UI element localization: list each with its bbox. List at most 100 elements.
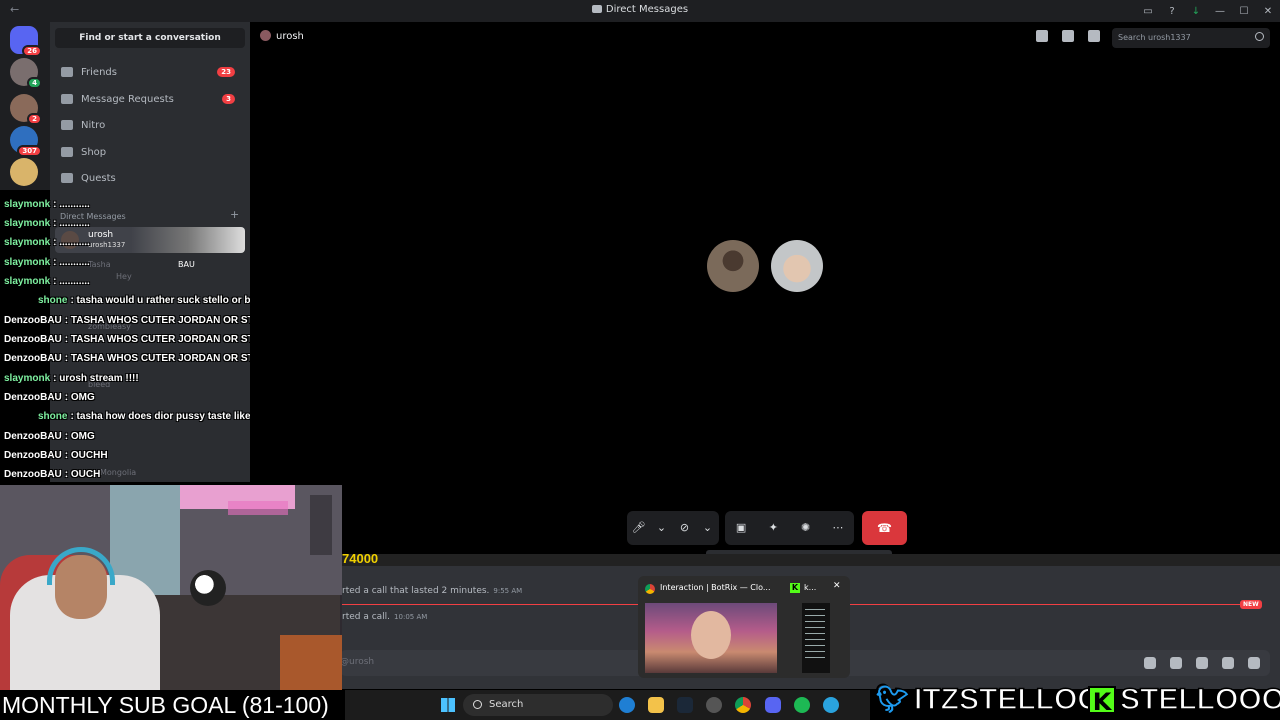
channel-name: urosh bbox=[276, 31, 304, 42]
shop-icon bbox=[61, 147, 73, 157]
server-icon[interactable]: 4 bbox=[10, 58, 42, 89]
chat-text: : ........... bbox=[53, 257, 90, 268]
help-icon[interactable]: ? bbox=[1160, 6, 1184, 17]
sidebar-item-label: Shop bbox=[81, 146, 107, 158]
chat-line: DenzooBAU: TASHA WHOS CUTER JORDAN OR ST… bbox=[4, 353, 280, 364]
kick-icon: K bbox=[790, 583, 800, 593]
window-controls: ▭ ? ↓ — ☐ ✕ bbox=[1136, 0, 1280, 22]
windows-taskbar: Search bbox=[345, 690, 870, 720]
sidebar-item-label: Message Requests bbox=[81, 93, 174, 105]
thumbnail-title[interactable]: Interaction | BotRix — Clo... bbox=[660, 583, 771, 592]
screen-share-icon[interactable]: ▣ bbox=[734, 521, 748, 535]
count-badge: 23 bbox=[217, 67, 235, 77]
chat-user: shone bbox=[38, 411, 68, 422]
window-title: Direct Messages bbox=[0, 4, 1280, 15]
chat-user: slaymonk bbox=[4, 276, 51, 287]
chat-line: shone: tasha how does dior pussy taste l… bbox=[38, 411, 257, 422]
add-friend-icon[interactable] bbox=[1062, 30, 1074, 42]
message-text: rted a call that lasted 2 minutes. bbox=[342, 586, 490, 596]
close-thumbnail-button[interactable]: ✕ bbox=[833, 581, 841, 591]
mail-icon bbox=[61, 94, 73, 104]
server-badge: 2 bbox=[27, 113, 42, 125]
gift-icon[interactable] bbox=[1144, 657, 1156, 669]
chat-user: DenzooBAU bbox=[4, 450, 62, 461]
chat-text: : urosh stream !!!! bbox=[53, 373, 139, 384]
edge-icon[interactable] bbox=[619, 697, 635, 713]
apps-icon[interactable] bbox=[1248, 657, 1260, 669]
cam-posters bbox=[310, 495, 332, 555]
thumbnail-title[interactable]: k... bbox=[804, 583, 816, 592]
call-participant-avatar[interactable] bbox=[771, 240, 823, 292]
chevron-down-icon[interactable]: ⌄ bbox=[655, 521, 669, 535]
gif-icon[interactable] bbox=[1170, 657, 1182, 669]
server-icon[interactable]: 307 bbox=[10, 126, 42, 157]
input-tools bbox=[1144, 657, 1260, 669]
steam-icon[interactable] bbox=[677, 697, 693, 713]
cam-neon bbox=[228, 501, 288, 515]
server-badge: 26 bbox=[22, 45, 42, 57]
chat-user: DenzooBAU bbox=[4, 315, 62, 326]
more-options-icon[interactable]: ⋯ bbox=[831, 521, 845, 535]
call-view: urosh Search urosh1337 bbox=[250, 22, 1280, 554]
chat-text: : TASHA WHOS CUTER JORDAN OR STELLO bbox=[64, 353, 281, 364]
thumbnail-preview[interactable] bbox=[645, 603, 777, 673]
window-title-text: Direct Messages bbox=[605, 4, 689, 15]
chat-text: : ........... bbox=[53, 199, 90, 210]
sidebar-item-nitro[interactable]: Nitro bbox=[55, 114, 245, 136]
kick-handle: STELLOOO bbox=[1119, 682, 1280, 717]
server-icon[interactable]: 2 bbox=[10, 94, 42, 125]
windows-start-icon[interactable] bbox=[441, 698, 455, 712]
find-conversation-input[interactable]: Find or start a conversation bbox=[55, 28, 245, 48]
download-icon[interactable]: ↓ bbox=[1184, 6, 1208, 17]
preview-face bbox=[691, 611, 731, 659]
chat-line: DenzooBAU: TASHA WHOS CUTER JORDAN OR ST… bbox=[4, 315, 280, 326]
call-action-controls: ▣ ✦ ✺ ⋯ bbox=[725, 511, 854, 545]
chat-user: DenzooBAU bbox=[4, 334, 62, 345]
chevron-down-icon[interactable]: ⌄ bbox=[701, 521, 715, 535]
sticker-icon[interactable] bbox=[1196, 657, 1208, 669]
message-input-placeholder: @urosh bbox=[340, 657, 375, 667]
nitro-icon bbox=[61, 120, 73, 130]
file-explorer-icon[interactable] bbox=[648, 697, 664, 713]
discord-icon[interactable] bbox=[765, 697, 781, 713]
socials-overlay: 🐦︎ ITZSTELLOO K STELLOOO bbox=[870, 680, 1280, 720]
camera-off-icon[interactable]: ⊘ bbox=[678, 521, 692, 535]
chat-text: : ........... bbox=[53, 218, 90, 229]
sidebar-item-friends[interactable]: Friends 23 bbox=[55, 61, 245, 83]
emoji-icon[interactable] bbox=[1222, 657, 1234, 669]
search-input[interactable]: Search urosh1337 bbox=[1112, 28, 1270, 48]
taskbar-search-label: Search bbox=[489, 699, 524, 710]
chat-text: : OUCH bbox=[64, 469, 101, 480]
chrome-icon bbox=[645, 584, 655, 594]
spotify-icon[interactable] bbox=[794, 697, 810, 713]
chrome-icon[interactable] bbox=[735, 697, 751, 713]
call-participant-avatar[interactable] bbox=[707, 240, 759, 292]
user-profile-icon[interactable] bbox=[1088, 30, 1100, 42]
discord-home-button[interactable]: 26 bbox=[10, 26, 42, 57]
telegram-icon[interactable] bbox=[823, 697, 839, 713]
sidebar-item-shop[interactable]: Shop bbox=[55, 141, 245, 163]
monitor-icon[interactable]: ▭ bbox=[1136, 6, 1160, 17]
chat-line: slaymonk: ........... bbox=[4, 218, 90, 229]
chat-text: : OMG bbox=[64, 431, 95, 442]
chat-text: : TASHA WHOS CUTER JORDAN OR STELLO bbox=[64, 315, 281, 326]
system-message: rted a call. 10:05 AM bbox=[342, 612, 427, 622]
close-button[interactable]: ✕ bbox=[1256, 6, 1280, 17]
taskbar-search[interactable]: Search bbox=[463, 694, 613, 716]
system-message: rted a call that lasted 2 minutes. 9:55 A… bbox=[342, 586, 522, 596]
minimize-button[interactable]: — bbox=[1208, 6, 1232, 17]
thumbnail-preview[interactable] bbox=[802, 603, 830, 673]
kick-icon: K bbox=[1088, 686, 1116, 716]
microphone-icon[interactable]: 🎤︎ bbox=[632, 521, 646, 535]
channel-header: urosh bbox=[260, 30, 304, 42]
pin-icon[interactable] bbox=[1036, 30, 1048, 42]
maximize-button[interactable]: ☐ bbox=[1232, 6, 1256, 17]
chat-line: DenzooBAU: OMG bbox=[4, 431, 95, 442]
settings-icon[interactable] bbox=[706, 697, 722, 713]
taskbar-thumbnail-popup: Interaction | BotRix — Clo... K k... ✕ bbox=[638, 576, 850, 678]
chat-line: shone: tasha would u rather suck stello … bbox=[38, 295, 284, 306]
disconnect-call-button[interactable]: ☎ bbox=[862, 511, 907, 545]
soundboard-icon[interactable]: ✺ bbox=[799, 521, 813, 535]
sidebar-item-message-requests[interactable]: Message Requests 3 bbox=[55, 88, 245, 110]
activities-icon[interactable]: ✦ bbox=[766, 521, 780, 535]
